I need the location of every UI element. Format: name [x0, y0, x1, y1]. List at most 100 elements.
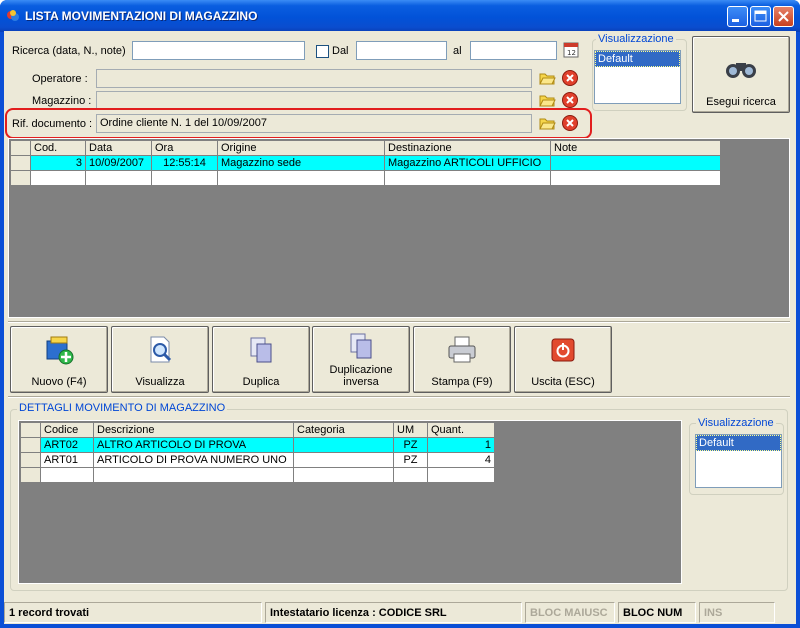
movimenti-grid: Cod. Data Ora Origine Destinazione Note …: [10, 140, 721, 186]
cell-quant[interactable]: 4: [427, 452, 495, 468]
magazzino-browse-button[interactable]: [537, 90, 557, 110]
folder-icon: [539, 95, 556, 107]
visualizzazione-listbox[interactable]: Default: [594, 50, 681, 104]
visualizzazione-option[interactable]: Default: [595, 51, 680, 67]
svg-text:12: 12: [567, 49, 576, 57]
cell-destinazione[interactable]: Magazzino ARTICOLI UFFICIO: [384, 155, 551, 171]
row-header-corner: [20, 422, 41, 438]
empty-cell[interactable]: [30, 170, 86, 186]
cell-um[interactable]: PZ: [393, 452, 428, 468]
esegui-ricerca-label: Esegui ricerca: [706, 96, 776, 108]
status-ins: INS: [699, 602, 775, 623]
empty-cell[interactable]: [550, 170, 721, 186]
title-bar[interactable]: LISTA MOVIMENTAZIONI DI MAGAZZINO: [0, 0, 800, 32]
magazzino-label: Magazzino :: [32, 95, 92, 107]
row-selector[interactable]: [20, 452, 41, 468]
empty-cell[interactable]: [427, 467, 495, 483]
cell-data[interactable]: 10/09/2007: [85, 155, 152, 171]
uscita-label: Uscita (ESC): [531, 376, 595, 388]
cell-quant[interactable]: 1: [427, 437, 495, 453]
dettagli-grid: Codice Descrizione Categoria UM Quant. A…: [20, 422, 495, 483]
empty-cell[interactable]: [384, 170, 551, 186]
status-bloc-num: BLOC NUM: [618, 602, 696, 623]
row-selector[interactable]: [20, 437, 41, 453]
stampa-button[interactable]: Stampa (F9): [413, 326, 511, 393]
col-header-destinazione[interactable]: Destinazione: [384, 140, 551, 156]
empty-cell[interactable]: [393, 467, 428, 483]
close-icon: [778, 11, 789, 22]
col-header-quant[interactable]: Quant.: [427, 422, 495, 438]
duplica-button[interactable]: Duplica: [212, 326, 310, 393]
operatore-browse-button[interactable]: [537, 68, 557, 88]
minimize-button[interactable]: [727, 6, 748, 27]
table-row-empty[interactable]: [10, 170, 721, 186]
delete-icon: [562, 92, 578, 108]
cell-categoria[interactable]: [293, 452, 394, 468]
delete-icon: [562, 70, 578, 86]
empty-cell[interactable]: [93, 467, 294, 483]
al-input[interactable]: [470, 41, 557, 60]
dettagli-header-row: Codice Descrizione Categoria UM Quant.: [20, 422, 495, 438]
empty-cell[interactable]: [217, 170, 385, 186]
empty-cell[interactable]: [85, 170, 152, 186]
cell-note[interactable]: [550, 155, 721, 171]
al-label: al: [453, 45, 462, 57]
col-header-descrizione[interactable]: Descrizione: [93, 422, 294, 438]
maximize-button[interactable]: [750, 6, 771, 27]
table-row[interactable]: 3 10/09/2007 12:55:14 Magazzino sede Mag…: [10, 155, 721, 171]
col-header-note[interactable]: Note: [550, 140, 721, 156]
nuovo-button[interactable]: Nuovo (F4): [10, 326, 108, 393]
visualizza-button[interactable]: Visualizza: [111, 326, 209, 393]
cell-categoria[interactable]: [293, 437, 394, 453]
empty-cell[interactable]: [40, 467, 94, 483]
calendar-button[interactable]: 12: [561, 40, 581, 60]
app-window: LISTA MOVIMENTAZIONI DI MAGAZZINO Ricerc…: [0, 0, 800, 628]
folder-icon: [539, 118, 556, 130]
dal-checkbox[interactable]: [316, 45, 329, 58]
table-row[interactable]: ART01 ARTICOLO DI PROVA NUMERO UNO PZ 4: [20, 452, 495, 468]
rif-clear-button[interactable]: [560, 113, 580, 133]
dettagli-visualizzazione-option[interactable]: Default: [696, 435, 781, 451]
col-header-codice[interactable]: Codice: [40, 422, 94, 438]
empty-cell[interactable]: [293, 467, 394, 483]
rif-documento-field[interactable]: Ordine cliente N. 1 del 10/09/2007: [96, 114, 532, 133]
table-row[interactable]: ART02 ALTRO ARTICOLO DI PROVA PZ 1: [20, 437, 495, 453]
esegui-ricerca-button[interactable]: Esegui ricerca: [692, 36, 790, 113]
cell-cod[interactable]: 3: [30, 155, 86, 171]
duplicazione-inversa-button[interactable]: Duplicazione inversa: [312, 326, 410, 393]
cell-descrizione[interactable]: ARTICOLO DI PROVA NUMERO UNO: [93, 452, 294, 468]
close-button[interactable]: [773, 6, 794, 27]
magazzino-clear-button[interactable]: [560, 90, 580, 110]
rif-browse-button[interactable]: [537, 113, 557, 133]
dal-label: Dal: [332, 45, 349, 57]
empty-cell[interactable]: [151, 170, 218, 186]
cell-ora[interactable]: 12:55:14: [151, 155, 218, 171]
col-header-data[interactable]: Data: [85, 140, 152, 156]
operatore-clear-button[interactable]: [560, 68, 580, 88]
uscita-button[interactable]: Uscita (ESC): [514, 326, 612, 393]
visualizza-label: Visualizza: [135, 376, 185, 388]
row-selector[interactable]: [10, 170, 31, 186]
nuovo-label: Nuovo (F4): [31, 376, 87, 388]
table-row-empty[interactable]: [20, 467, 495, 483]
view-document-icon: [150, 336, 172, 363]
cell-origine[interactable]: Magazzino sede: [217, 155, 385, 171]
col-header-um[interactable]: UM: [393, 422, 428, 438]
dettagli-visualizzazione-title: Visualizzazione: [696, 417, 776, 429]
col-header-cod[interactable]: Cod.: [30, 140, 86, 156]
cell-codice[interactable]: ART01: [40, 452, 94, 468]
dettagli-visualizzazione-listbox[interactable]: Default: [695, 434, 782, 488]
row-selector[interactable]: [20, 467, 41, 483]
operatore-field[interactable]: [96, 69, 532, 88]
cell-codice[interactable]: ART02: [40, 437, 94, 453]
new-document-icon: [46, 336, 74, 365]
maximize-icon: [754, 10, 767, 22]
col-header-categoria[interactable]: Categoria: [293, 422, 394, 438]
col-header-origine[interactable]: Origine: [217, 140, 385, 156]
cell-descrizione[interactable]: ALTRO ARTICOLO DI PROVA: [93, 437, 294, 453]
dal-input[interactable]: [356, 41, 447, 60]
cell-um[interactable]: PZ: [393, 437, 428, 453]
row-selector[interactable]: [10, 155, 31, 171]
ricerca-input[interactable]: [132, 41, 305, 60]
col-header-ora[interactable]: Ora: [151, 140, 218, 156]
